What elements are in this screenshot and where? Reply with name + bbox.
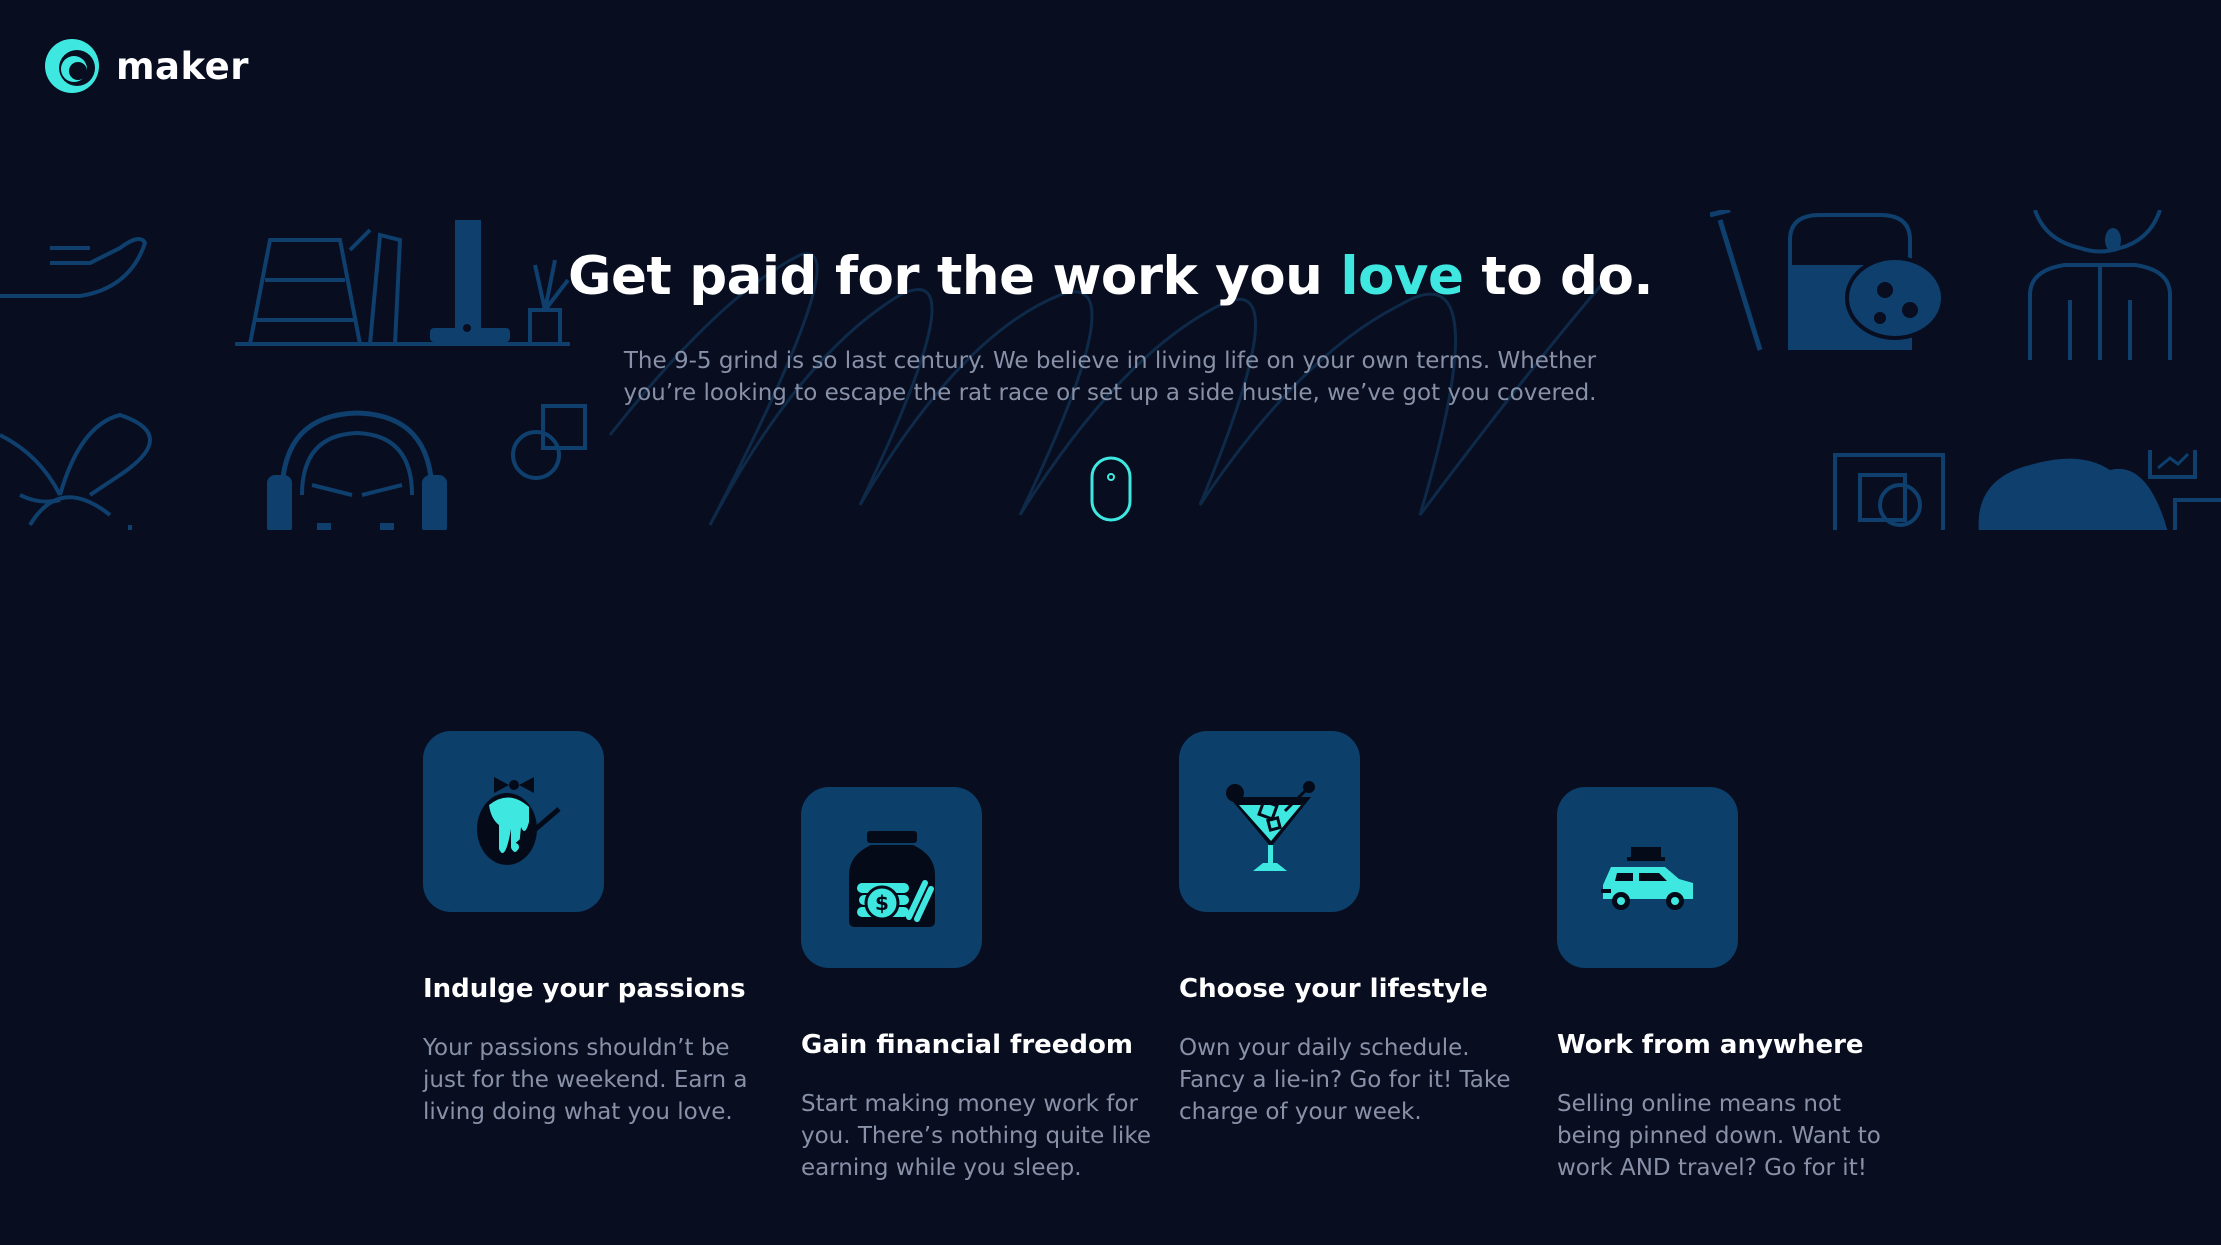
cocktail-icon — [1225, 780, 1315, 871]
feature-title: Choose your lifestyle — [1179, 974, 1488, 1004]
shapes-illustration — [511, 404, 587, 480]
hero-title-start: Get paid for the work you — [567, 246, 1341, 307]
maker-logo-icon — [45, 39, 99, 93]
feature-description: Start making money work for you. There’s… — [801, 1091, 1151, 1181]
svg-text:$: $ — [875, 891, 889, 915]
car-travel-icon — [1600, 846, 1693, 910]
mouse-scroll-icon[interactable] — [1090, 456, 1132, 522]
feature-title: Gain financial freedom — [801, 1030, 1133, 1060]
page: maker Get paid for the work you love to … — [0, 0, 2221, 1245]
headphones-illustration — [267, 410, 447, 530]
feature-title: Indulge your passions — [423, 974, 746, 1004]
paint-passion-icon — [476, 776, 561, 865]
feature-description: Selling online means not being pinned do… — [1557, 1091, 1881, 1181]
feature-financial-freedom: $ Gain financial freedom Start making mo… — [801, 787, 1151, 1184]
feature-icon-box: $ — [801, 787, 982, 968]
feature-description: Your passions shouldn’t be just for the … — [423, 1035, 748, 1125]
rabbit-illustration — [0, 412, 152, 530]
feature-title: Work from anywhere — [1557, 1030, 1864, 1060]
money-jar-icon: $ — [848, 830, 935, 927]
feature-icon-box — [423, 731, 604, 912]
logo-text: maker — [116, 44, 249, 88]
feature-description: Own your daily schedule. Fancy a lie-in?… — [1179, 1035, 1511, 1125]
feature-icon-box — [1557, 787, 1738, 968]
office-illustration — [1833, 450, 2221, 530]
hero-title: Get paid for the work you love to do. — [0, 246, 2221, 307]
logo[interactable]: maker — [44, 38, 249, 94]
hero-title-accent: love — [1340, 246, 1464, 307]
feature-passions: Indulge your passions Your passions shou… — [423, 731, 773, 1128]
feature-icon-box — [1179, 731, 1360, 912]
feature-anywhere: Work from anywhere Selling online means … — [1557, 787, 1907, 1184]
feature-lifestyle: Choose your lifestyle Own your daily sch… — [1179, 731, 1529, 1128]
hero-title-end: to do. — [1463, 246, 1654, 307]
hero-subtitle: The 9-5 grind is so last century. We bel… — [623, 348, 1597, 406]
